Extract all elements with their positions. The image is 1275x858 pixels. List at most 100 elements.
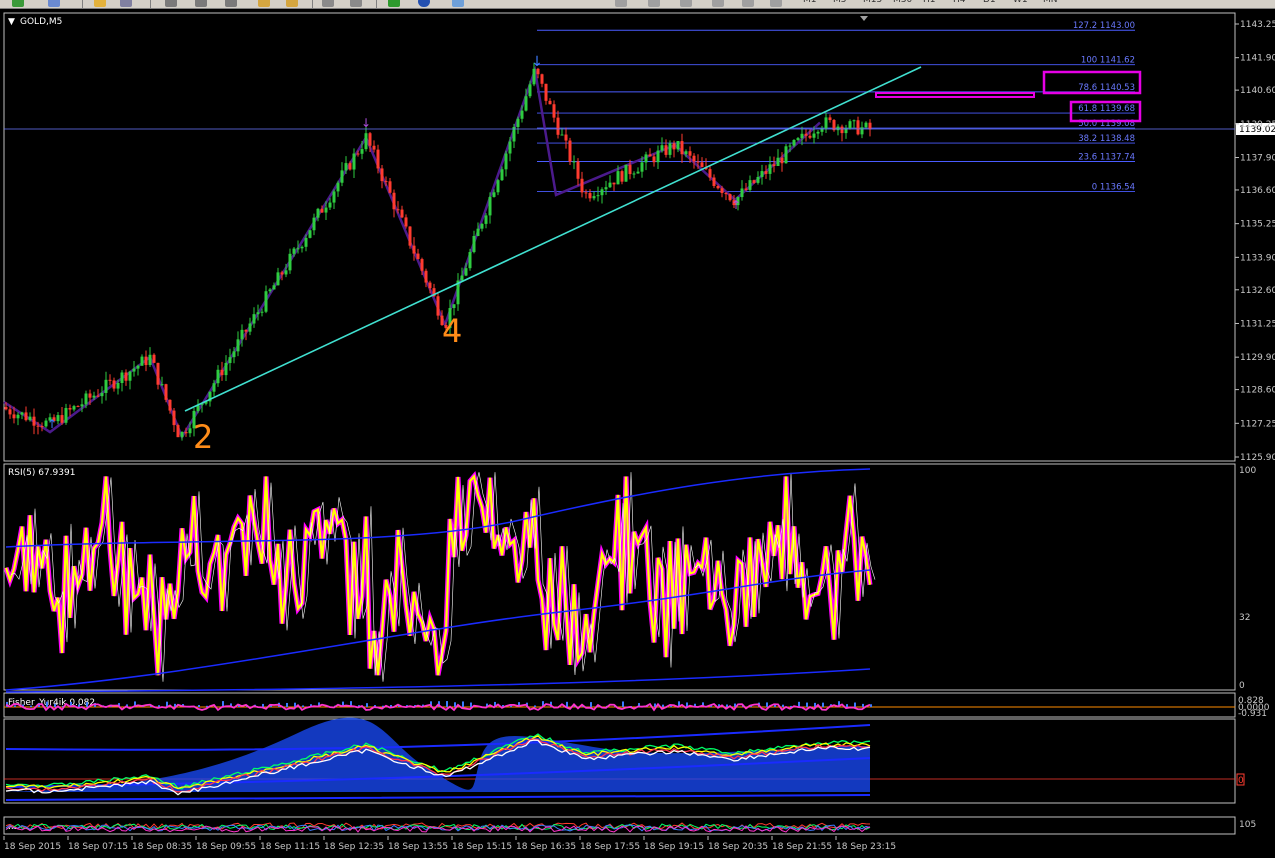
candle-body [580,178,584,193]
bar-chart-icon[interactable] [165,0,177,7]
templates-icon[interactable] [452,0,464,7]
fisher-histogram-bar [590,702,592,707]
timeframe-w1[interactable]: W1 [1013,0,1028,5]
toolbar-separator [312,0,313,8]
candle-body [100,392,104,397]
time-tick-label: 18 Sep 08:35 [132,842,192,852]
candle-body [360,149,364,154]
candle-body [680,141,684,155]
zoom-out-icon[interactable] [286,0,298,7]
candle-body [340,170,344,183]
autoscroll-icon[interactable] [350,0,362,7]
text-tool-icon[interactable] [680,0,692,7]
candle-body [572,161,576,163]
candle-body [20,412,24,415]
candle-body [648,154,652,157]
cursor-icon[interactable] [615,0,627,7]
candle-body [492,192,496,197]
timeframe-m1[interactable]: M1 [803,0,817,5]
up-arrow-marker: ↑ [731,198,741,212]
tile-icon[interactable] [322,0,334,7]
candle-body [564,134,568,141]
pane-menu-icon[interactable]: ▼ [8,17,15,27]
candle-body [460,275,464,281]
timeframe-d1[interactable]: D1 [983,0,996,5]
chart-area[interactable]: 127.2 1143.00 100 1141.62 78.6 1140.53 61.8… [0,9,1275,858]
fib-level-label: 127.2 1143.00 [1073,21,1135,31]
market-watch-icon[interactable] [94,0,106,7]
candle-body [812,133,816,138]
down-arrow-marker: ↓ [531,54,543,70]
candle-body [560,134,564,136]
bottom-title: ... [8,822,17,832]
shapes-tool-icon[interactable] [770,0,782,7]
time-tick-label: 18 Sep 23:15 [836,842,896,852]
candle-body [104,379,108,393]
line-chart-icon[interactable] [225,0,237,7]
candle-body [592,196,596,199]
fib-tool-icon[interactable] [648,0,660,7]
zoom-in-icon[interactable] [258,0,270,7]
candle-body [668,143,672,155]
fisher-histogram-bar [198,705,200,707]
candle-body [336,182,340,192]
candle-body [356,153,360,155]
candle-body [312,217,316,231]
timeframe-h4[interactable]: H4 [953,0,966,5]
candle-body [212,383,216,392]
candle-body [112,380,116,389]
candle-body [568,140,572,162]
toolbar-separator [376,0,377,8]
timeframe-h1[interactable]: H1 [923,0,936,5]
candle-body [296,248,300,250]
candle-body [256,312,260,315]
time-tick-label: 18 Sep 21:55 [772,842,832,852]
candle-body [544,83,548,101]
candle-body [280,272,284,275]
candle-body [136,365,140,369]
fib-level-label: 0 1136.54 [1092,182,1135,192]
candle-body [344,163,348,171]
candle-body [268,289,272,292]
timeframe-m5[interactable]: M5 [833,0,847,5]
fib-level-label: 23.6 1137.74 [1078,153,1135,163]
arrow-tool-icon[interactable] [742,0,754,7]
candle-body [300,246,304,249]
price-tick-label: 1128.60 [1240,386,1275,396]
new-chart-icon[interactable] [12,0,24,7]
price-tick-label: 1133.90 [1240,253,1275,263]
indicators-icon[interactable] [388,0,400,7]
time-tick-label: 18 Sep 19:15 [644,842,704,852]
timeframe-m30[interactable]: M30 [893,0,912,5]
candle-body [740,188,744,198]
candle-body [852,120,856,122]
candle-body [656,150,660,163]
time-tick-label: 18 Sep 20:35 [708,842,768,852]
candle-body [836,126,840,131]
candle-body [232,351,236,358]
candle-body [464,268,468,276]
navigator-icon[interactable] [120,0,132,7]
candle-body [840,126,844,134]
candle-body [84,393,88,405]
candle-body [124,372,128,381]
candle-body [620,171,624,182]
candle-body [724,193,728,195]
timeframe-mn[interactable]: MN [1043,0,1058,5]
fib-level-label: 78.6 1140.53 [1078,83,1135,93]
fisher-histogram-bar [566,701,568,707]
candle-body [468,252,472,269]
candle-body [692,155,696,162]
fisher-histogram-bar [286,702,288,707]
profiles-icon[interactable] [48,0,60,7]
timeframe-m15[interactable]: M15 [863,0,882,5]
candlestick-icon[interactable] [195,0,207,7]
periods-icon[interactable] [418,0,430,7]
candle-body [116,383,120,389]
candle-body [276,272,280,286]
candle-body [420,259,424,271]
bottom-tick: 105 [1239,820,1256,830]
fisher-tick-low: -0.931 [1238,709,1267,719]
candle-body [636,171,640,174]
label-tool-icon[interactable] [712,0,724,7]
